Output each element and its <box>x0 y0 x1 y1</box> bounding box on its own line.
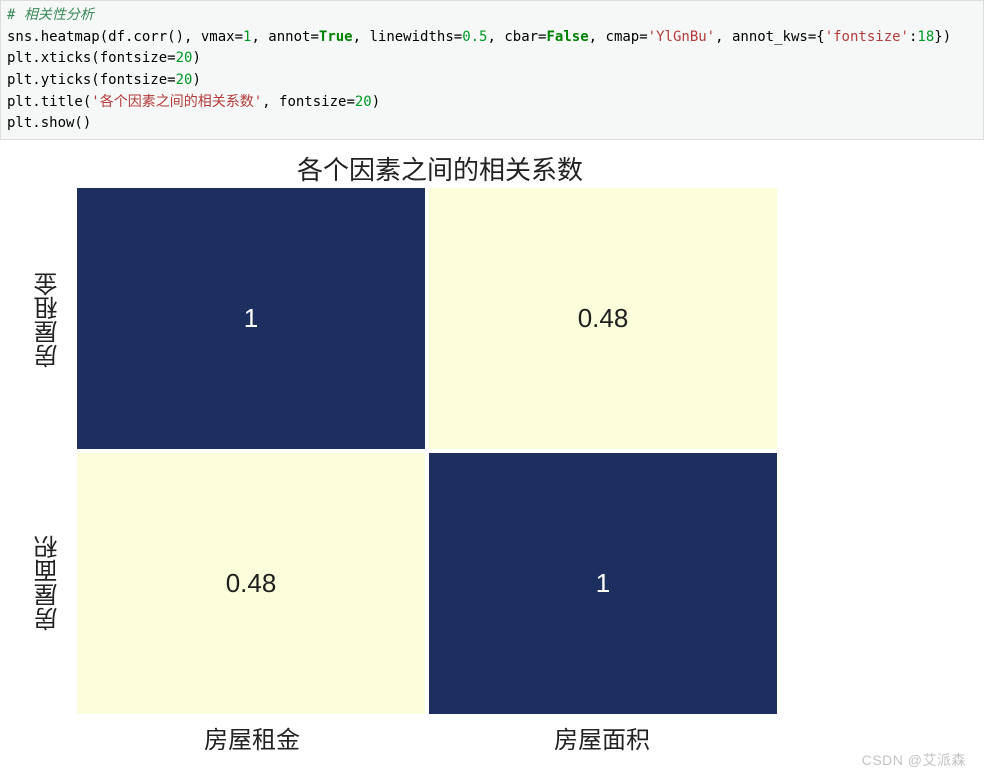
heatmap-chart: 各个因素之间的相关系数 房屋租金 房屋面积 1 0.48 0.48 1 房屋租金… <box>15 150 805 770</box>
heatmap-grid: 1 0.48 0.48 1 <box>77 188 777 714</box>
heatmap-cell-0-0: 1 <box>77 188 425 449</box>
code-line-3: plt.xticks(fontsize=20) <box>7 50 201 66</box>
heatmap-cell-1-0: 0.48 <box>77 453 425 714</box>
watermark: CSDN @艾派森 <box>862 750 966 770</box>
heatmap-cell-1-1: 1 <box>429 453 777 714</box>
code-line-4: plt.yticks(fontsize=20) <box>7 72 201 88</box>
code-cell: # 相关性分析 sns.heatmap(df.corr(), vmax=1, a… <box>0 0 984 140</box>
y-tick-1: 房屋面积 <box>23 451 73 714</box>
code-comment: # 相关性分析 <box>7 7 94 23</box>
x-tick-1: 房屋面积 <box>427 720 777 760</box>
x-tick-0: 房屋租金 <box>77 720 427 760</box>
chart-title: 各个因素之间的相关系数 <box>75 150 805 187</box>
heatmap-cell-0-1: 0.48 <box>429 188 777 449</box>
y-axis-labels: 房屋租金 房屋面积 <box>23 188 73 714</box>
code-line-2: sns.heatmap(df.corr(), vmax=1, annot=Tru… <box>7 29 951 45</box>
code-line-5: plt.title('各个因素之间的相关系数', fontsize=20) <box>7 94 380 110</box>
code-line-6: plt.show() <box>7 115 91 131</box>
y-tick-0: 房屋租金 <box>23 188 73 451</box>
x-axis-labels: 房屋租金 房屋面积 <box>77 720 777 760</box>
